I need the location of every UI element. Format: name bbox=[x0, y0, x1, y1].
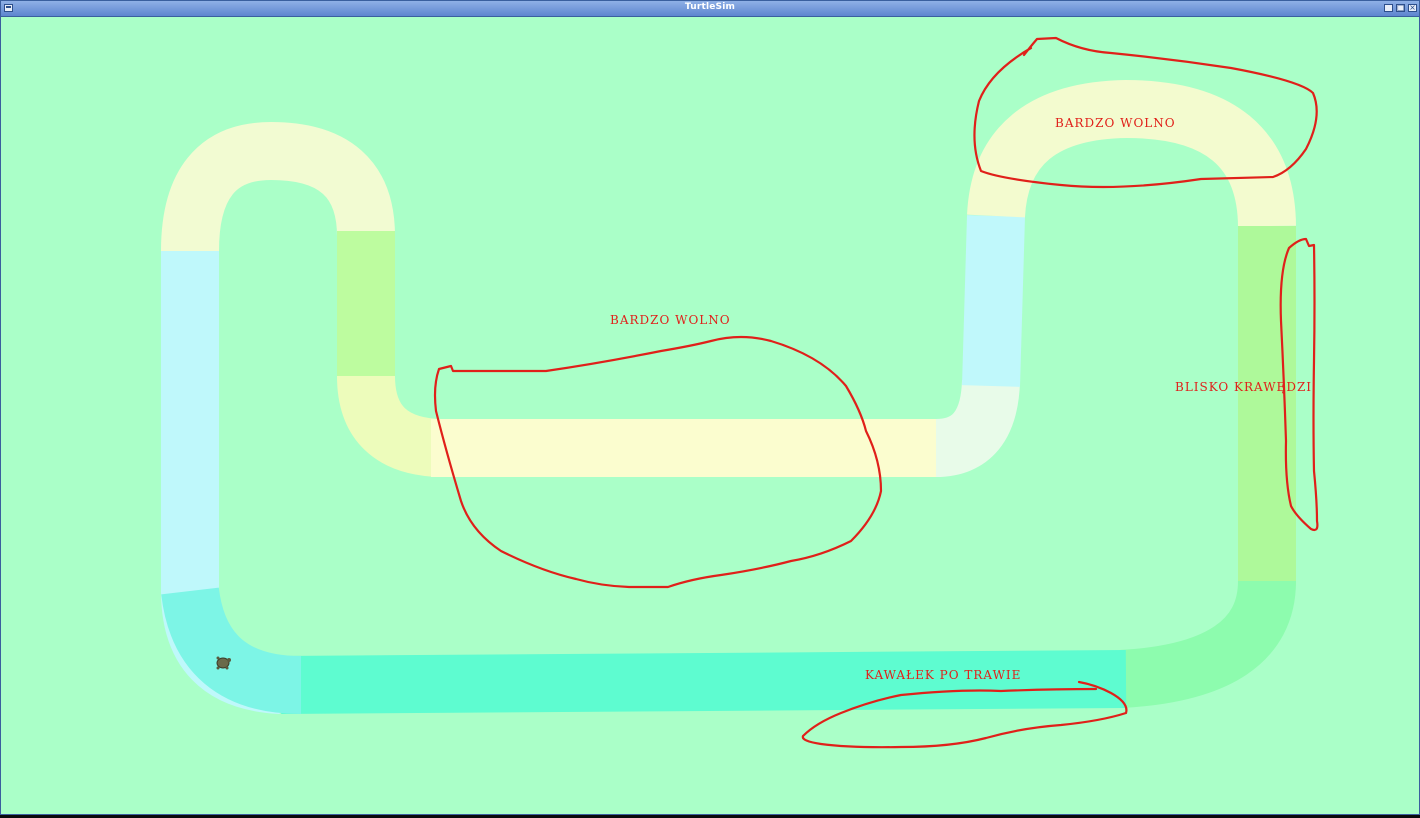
close-button[interactable]: × bbox=[1408, 3, 1417, 12]
annotation-label-bottom: KAWAŁEK PO TRAWIE bbox=[865, 668, 1022, 682]
minimize-button[interactable]: _ bbox=[1384, 3, 1393, 12]
annotation-label-top-right: BARDZO WOLNO bbox=[1055, 116, 1176, 130]
track-segment-inner-bend bbox=[337, 374, 443, 477]
title-bar[interactable]: TurtleSim _ □ × bbox=[1, 1, 1419, 17]
window-title: TurtleSim bbox=[684, 2, 736, 12]
maximize-button[interactable]: □ bbox=[1396, 3, 1405, 12]
turtlesim-window: TurtleSim _ □ × BARDZO WOLNO BARDZO WOLN… bbox=[0, 0, 1420, 815]
canvas-drawing bbox=[161, 36, 1319, 749]
annotation-label-right-edge: BLISKO KRAWĘDZI bbox=[1175, 380, 1313, 394]
annotation-label-center: BARDZO WOLNO bbox=[610, 313, 731, 327]
track-segment-mid-right-bend bbox=[934, 379, 1020, 477]
track-segment-bottom-left-bend bbox=[161, 586, 302, 714]
track-path bbox=[161, 80, 1296, 714]
track-segment-right-riser bbox=[962, 215, 1025, 387]
maximize-icon: □ bbox=[1397, 3, 1405, 12]
track-segment-bottom-right-bend bbox=[1119, 579, 1296, 708]
turtle-canvas[interactable]: BARDZO WOLNO BARDZO WOLNO BLISKO KRAWĘDZ… bbox=[1, 17, 1419, 814]
minimize-icon: _ bbox=[1386, 3, 1391, 12]
close-icon: × bbox=[1409, 3, 1416, 12]
